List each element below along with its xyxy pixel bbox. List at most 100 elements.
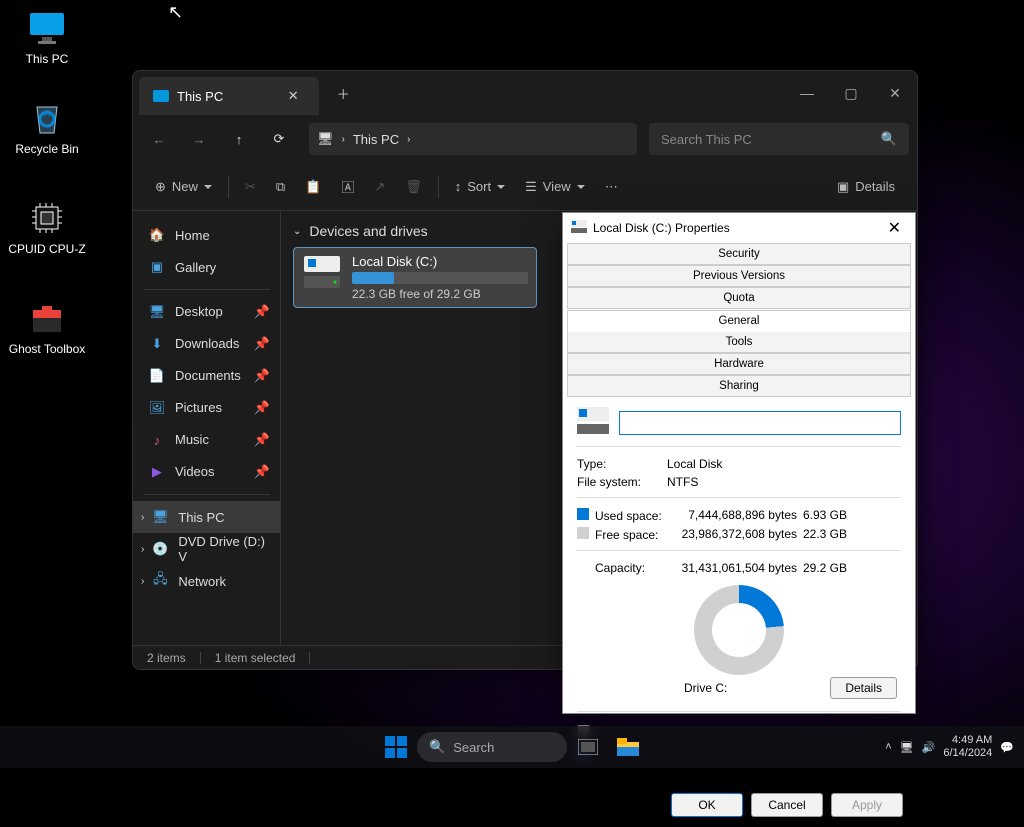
drive-item-c[interactable]: Local Disk (C:) 22.3 GB free of 29.2 GB	[293, 247, 537, 308]
cancel-button[interactable]: Cancel	[751, 793, 823, 817]
tab-hardware[interactable]: Hardware	[567, 353, 911, 375]
volume-icon[interactable]: 🔊	[922, 741, 936, 754]
downloads-icon: ⬇	[149, 336, 165, 352]
taskbar-search[interactable]: 🔍Search	[417, 732, 567, 762]
monitor-icon: 🖥	[317, 131, 334, 147]
chevron-down-icon	[204, 185, 212, 189]
search-input[interactable]: Search This PC 🔍	[649, 123, 909, 155]
videos-icon: ▶	[149, 464, 165, 480]
tab-general[interactable]: General	[567, 310, 911, 332]
chevron-down-icon	[497, 185, 505, 189]
delete-button[interactable]: 🗑	[395, 171, 432, 203]
chevron-right-icon: ›	[407, 134, 410, 145]
capacity-size: 29.2 GB	[797, 561, 847, 575]
network-icon[interactable]: 🖥	[900, 741, 914, 754]
chevron-right-icon: ›	[141, 512, 144, 523]
filesystem-label: File system:	[577, 475, 667, 489]
sidebar-item-music[interactable]: ♪Music📌	[133, 424, 280, 456]
pin-icon: 📌	[254, 304, 270, 320]
breadcrumb-item[interactable]: This PC	[353, 132, 399, 147]
close-button[interactable]: ✕	[873, 71, 917, 115]
refresh-button[interactable]: ⟳	[261, 123, 297, 155]
sidebar-item-desktop[interactable]: 🖥Desktop📌	[133, 296, 280, 328]
cut-icon: ✂	[245, 179, 256, 195]
new-button[interactable]: ⊕New	[145, 171, 222, 203]
sidebar-item-dvd[interactable]: ›💿DVD Drive (D:) V	[133, 533, 280, 565]
tab-thispc[interactable]: This PC ✕	[139, 77, 319, 115]
forward-button[interactable]: →	[181, 123, 217, 155]
new-tab-button[interactable]: ＋	[329, 84, 357, 103]
filesystem-value: NTFS	[667, 475, 901, 489]
tab-security[interactable]: Security	[567, 243, 911, 265]
sidebar-item-gallery[interactable]: ▣Gallery	[133, 251, 280, 283]
rename-button[interactable]: 🄰	[331, 171, 364, 203]
free-bytes: 23,986,372,608 bytes	[667, 527, 797, 542]
minimize-button[interactable]: —	[785, 71, 829, 115]
monitor-icon: 🖥	[152, 509, 168, 525]
tab-previous-versions[interactable]: Previous Versions	[567, 265, 911, 287]
dialog-titlebar[interactable]: Local Disk (C:) Properties ✕	[563, 213, 915, 243]
desktop-icon: 🖥	[149, 304, 165, 320]
close-button[interactable]: ✕	[882, 218, 907, 238]
view-button[interactable]: ☰View	[515, 171, 595, 203]
taskview-button[interactable]	[569, 728, 607, 766]
sidebar-item-thispc[interactable]: ›🖥This PC	[133, 501, 280, 533]
sidebar-item-downloads[interactable]: ⬇Downloads📌	[133, 328, 280, 360]
sidebar-item-videos[interactable]: ▶Videos📌	[133, 456, 280, 488]
titlebar[interactable]: This PC ✕ ＋ — ▢ ✕	[133, 71, 917, 115]
more-button[interactable]: ⋯	[595, 171, 628, 203]
cut-button[interactable]: ✂	[235, 171, 266, 203]
disk-cleanup-button[interactable]: Details	[830, 677, 897, 699]
copy-button[interactable]: ⧉	[266, 171, 295, 203]
drive-name: Local Disk (C:)	[352, 254, 528, 269]
dialog-title: Local Disk (C:) Properties	[593, 221, 730, 235]
start-button[interactable]	[377, 728, 415, 766]
sidebar-item-documents[interactable]: 📄Documents📌	[133, 360, 280, 392]
volume-label-input[interactable]	[619, 411, 901, 435]
navigation-sidebar: 🏠Home ▣Gallery 🖥Desktop📌 ⬇Downloads📌 📄Do…	[133, 211, 281, 645]
desktop-icon-thispc[interactable]: This PC	[8, 8, 86, 66]
apply-button[interactable]: Apply	[831, 793, 903, 817]
pin-icon: 📌	[254, 400, 270, 416]
taskbar-app-explorer[interactable]	[609, 728, 647, 766]
sidebar-item-network[interactable]: ›🖧Network	[133, 565, 280, 597]
search-icon: 🔍	[881, 131, 897, 147]
desktop-icon-cpuz[interactable]: CPUID CPU-Z	[8, 198, 86, 256]
tab-tools[interactable]: Tools	[567, 331, 911, 353]
chevron-right-icon: ›	[141, 544, 144, 555]
share-button[interactable]: ↗	[364, 171, 395, 203]
tab-close-button[interactable]: ✕	[279, 88, 307, 104]
search-icon: 🔍	[429, 739, 445, 755]
maximize-button[interactable]: ▢	[829, 71, 873, 115]
used-bytes: 7,444,688,896 bytes	[667, 508, 797, 523]
desktop-icon-label: This PC	[8, 52, 86, 66]
ok-button[interactable]: OK	[671, 793, 743, 817]
sort-button[interactable]: ↕Sort	[445, 171, 515, 203]
back-button[interactable]: ←	[141, 123, 177, 155]
tab-quota[interactable]: Quota	[567, 287, 911, 309]
sidebar-item-pictures[interactable]: 🖼Pictures📌	[133, 392, 280, 424]
details-pane-button[interactable]: ▣Details	[827, 171, 905, 203]
chevron-down-icon: ⌄	[293, 226, 301, 237]
music-icon: ♪	[149, 432, 165, 448]
desktop-icon-recyclebin[interactable]: Recycle Bin	[8, 98, 86, 156]
used-size: 6.93 GB	[797, 508, 847, 523]
tray-chevron[interactable]: ˄	[885, 741, 891, 753]
pin-icon: 📌	[254, 368, 270, 384]
breadcrumb-bar[interactable]: 🖥 › This PC ›	[309, 123, 637, 155]
notifications-icon[interactable]: 💬	[1000, 741, 1014, 754]
up-button[interactable]: ↑	[221, 123, 257, 155]
tab-sharing[interactable]: Sharing	[567, 375, 911, 397]
drive-free-text: 22.3 GB free of 29.2 GB	[352, 287, 528, 301]
toolbox-icon	[27, 298, 67, 338]
pin-icon: 📌	[254, 432, 270, 448]
capacity-label: Capacity:	[577, 561, 667, 575]
taskbar-clock[interactable]: 4:49 AM 6/14/2024	[943, 734, 992, 760]
chevron-down-icon	[577, 185, 585, 189]
nav-toolbar: ← → ↑ ⟳ 🖥 › This PC › Search This PC 🔍	[133, 115, 917, 163]
sidebar-item-home[interactable]: 🏠Home	[133, 219, 280, 251]
drive-properties-dialog: Local Disk (C:) Properties ✕ Security Pr…	[562, 212, 916, 714]
desktop-icon-ghost[interactable]: Ghost Toolbox	[8, 298, 86, 356]
view-icon: ☰	[525, 179, 537, 195]
paste-button[interactable]: 📋	[295, 171, 331, 203]
